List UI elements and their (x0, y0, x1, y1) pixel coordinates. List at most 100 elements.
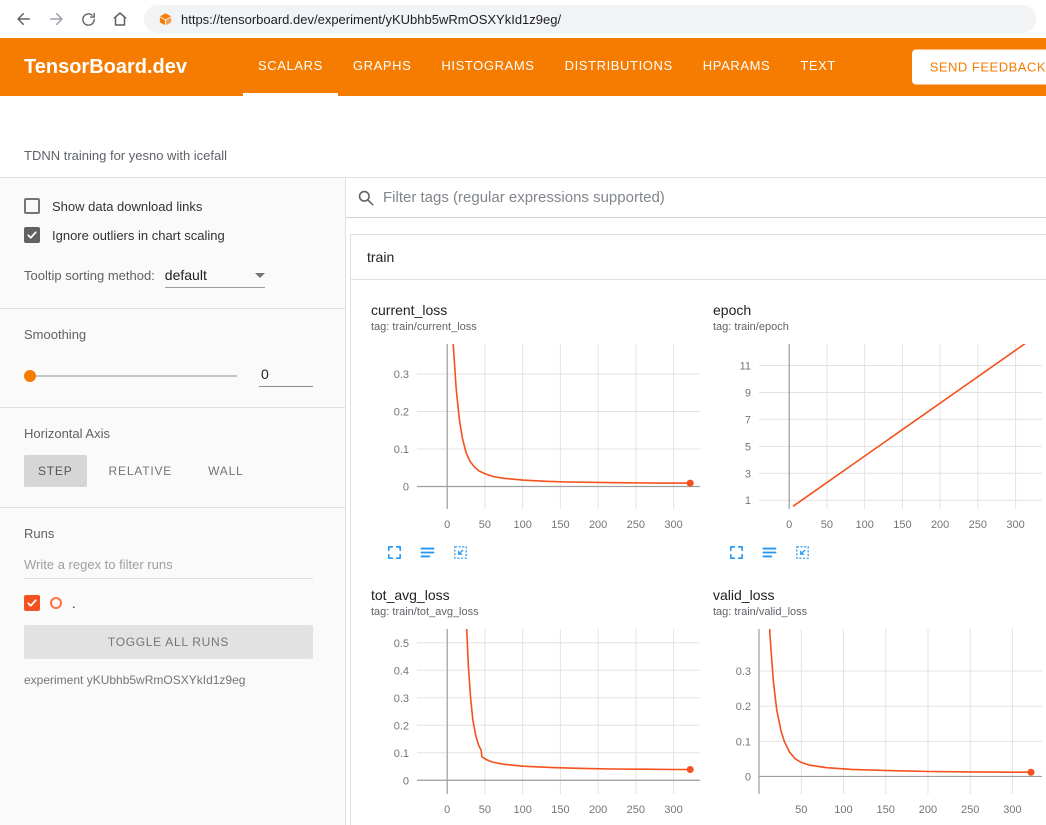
runs-label: Runs (24, 526, 313, 541)
svg-text:300: 300 (664, 804, 682, 816)
chart-tag: tag: train/current_loss (371, 321, 701, 333)
svg-text:300: 300 (1006, 519, 1024, 531)
svg-text:100: 100 (513, 519, 531, 531)
smoothing-slider-row (24, 364, 313, 387)
fit-domain-icon[interactable] (793, 543, 811, 561)
smoothing-value-input[interactable] (259, 364, 313, 387)
chart-card-tot_avg_loss: tot_avg_losstag: train/tot_avg_loss05010… (359, 575, 701, 825)
line-chart-tot_avg_loss[interactable]: 05010015020025030000.10.20.30.40.5 (371, 624, 705, 824)
divider (0, 507, 345, 508)
ignore-outliers-row[interactable]: Ignore outliers in chart scaling (24, 227, 313, 243)
app-logo: TensorBoard.dev (24, 56, 187, 79)
expand-chart-icon[interactable] (385, 543, 403, 561)
series-line (793, 339, 1032, 506)
page: https://tensorboard.dev/experiment/yKUbh… (0, 0, 1046, 825)
svg-text:200: 200 (589, 804, 607, 816)
series-endpoint-dot (687, 480, 694, 487)
svg-text:0.3: 0.3 (394, 693, 409, 705)
show-download-links-label: Show data download links (52, 199, 202, 214)
svg-text:11: 11 (740, 361, 751, 373)
header-tabs: SCALARSGRAPHSHISTOGRAMSDISTRIBUTIONSHPAR… (243, 38, 851, 96)
expand-chart-icon[interactable] (727, 543, 745, 561)
svg-text:150: 150 (551, 519, 569, 531)
tab-hparams[interactable]: HPARAMS (688, 38, 786, 96)
axis-button-step[interactable]: STEP (24, 455, 87, 487)
horizontal-axis-label: Horizontal Axis (24, 426, 313, 441)
svg-text:0: 0 (403, 482, 409, 494)
chart-tag: tag: train/tot_avg_loss (371, 606, 701, 618)
tab-graphs[interactable]: GRAPHS (338, 38, 427, 96)
home-icon[interactable] (106, 5, 134, 33)
svg-text:0.2: 0.2 (394, 407, 409, 419)
train-section: train current_loss tag: train/current_los… (350, 234, 1046, 825)
settings-sidebar: Show data download links Ignore outliers… (0, 178, 346, 825)
svg-text:50: 50 (795, 804, 807, 816)
reload-icon[interactable] (74, 5, 102, 33)
experiment-title-strip: TDNN training for yesno with icefall (0, 96, 1046, 178)
svg-text:150: 150 (877, 804, 895, 816)
svg-text:200: 200 (919, 804, 937, 816)
train-section-header[interactable]: train (351, 235, 1046, 280)
experiment-caption: experiment yKUbhb5wRmOSXYkId1z9eg (24, 673, 313, 687)
svg-text:3: 3 (745, 468, 751, 480)
svg-text:150: 150 (551, 804, 569, 816)
browser-toolbar: https://tensorboard.dev/experiment/yKUbh… (0, 0, 1046, 38)
ignore-outliers-checkbox[interactable] (24, 227, 40, 243)
smoothing-slider-knob[interactable] (24, 370, 36, 382)
tensorboard-favicon-icon (158, 12, 173, 27)
svg-text:0.1: 0.1 (736, 736, 751, 748)
svg-text:0: 0 (786, 519, 792, 531)
divider (0, 407, 345, 408)
axis-button-wall[interactable]: WALL (194, 455, 257, 487)
tab-histograms[interactable]: HISTOGRAMS (426, 38, 549, 96)
forward-icon[interactable] (42, 5, 70, 33)
horizontal-axis-buttons: STEPRELATIVEWALL (24, 455, 313, 487)
tooltip-sorting-value: default (165, 267, 207, 283)
svg-text:0.3: 0.3 (736, 666, 751, 678)
tooltip-sorting-select[interactable]: default (165, 267, 265, 288)
line-chart-current_loss[interactable]: 05010015020025030000.10.20.3 (371, 339, 705, 539)
run-row[interactable]: . (24, 595, 313, 611)
svg-text:250: 250 (969, 519, 987, 531)
send-feedback-button[interactable]: SEND FEEDBACK (912, 50, 1046, 85)
show-download-links-row[interactable]: Show data download links (24, 198, 313, 214)
line-chart-epoch[interactable]: 0501001502002503001357911 (713, 339, 1046, 539)
filter-tags-row (346, 178, 1046, 218)
app-header: TensorBoard.dev SCALARSGRAPHSHISTOGRAMSD… (0, 38, 1046, 96)
smoothing-slider-track[interactable] (36, 375, 237, 377)
line-chart-valid_loss[interactable]: 5010015020025030000.10.20.3 (713, 624, 1046, 824)
caret-down-icon (255, 273, 265, 278)
svg-text:50: 50 (479, 519, 491, 531)
svg-text:250: 250 (961, 804, 979, 816)
tab-distributions[interactable]: DISTRIBUTIONS (550, 38, 688, 96)
filter-tags-input[interactable] (383, 189, 1046, 206)
axis-button-relative[interactable]: RELATIVE (95, 455, 187, 487)
smoothing-label: Smoothing (24, 327, 313, 342)
svg-text:200: 200 (589, 519, 607, 531)
chart-title: valid_loss (713, 587, 1043, 603)
chart-tag: tag: train/epoch (713, 321, 1043, 333)
data-table-icon[interactable] (760, 543, 778, 561)
back-icon[interactable] (10, 5, 38, 33)
experiment-title: TDNN training for yesno with icefall (24, 148, 227, 163)
svg-text:100: 100 (855, 519, 873, 531)
run-checkbox[interactable] (24, 595, 40, 611)
data-table-icon[interactable] (418, 543, 436, 561)
chart-tag: tag: train/valid_loss (713, 606, 1043, 618)
svg-text:0.3: 0.3 (394, 369, 409, 381)
svg-text:7: 7 (745, 414, 751, 426)
runs-filter-input[interactable] (24, 551, 313, 579)
svg-text:0.5: 0.5 (394, 638, 409, 650)
run-color-swatch-icon (50, 597, 62, 609)
address-bar[interactable]: https://tensorboard.dev/experiment/yKUbh… (144, 5, 1036, 33)
show-download-links-checkbox[interactable] (24, 198, 40, 214)
svg-text:100: 100 (834, 804, 852, 816)
fit-domain-icon[interactable] (451, 543, 469, 561)
svg-text:0: 0 (444, 804, 450, 816)
toggle-all-runs-button[interactable]: TOGGLE ALL RUNS (24, 625, 313, 659)
chart-title: current_loss (371, 302, 701, 318)
tab-text[interactable]: TEXT (785, 38, 851, 96)
chart-toolbar (727, 543, 1043, 561)
tab-scalars[interactable]: SCALARS (243, 38, 338, 96)
search-icon (356, 188, 375, 207)
